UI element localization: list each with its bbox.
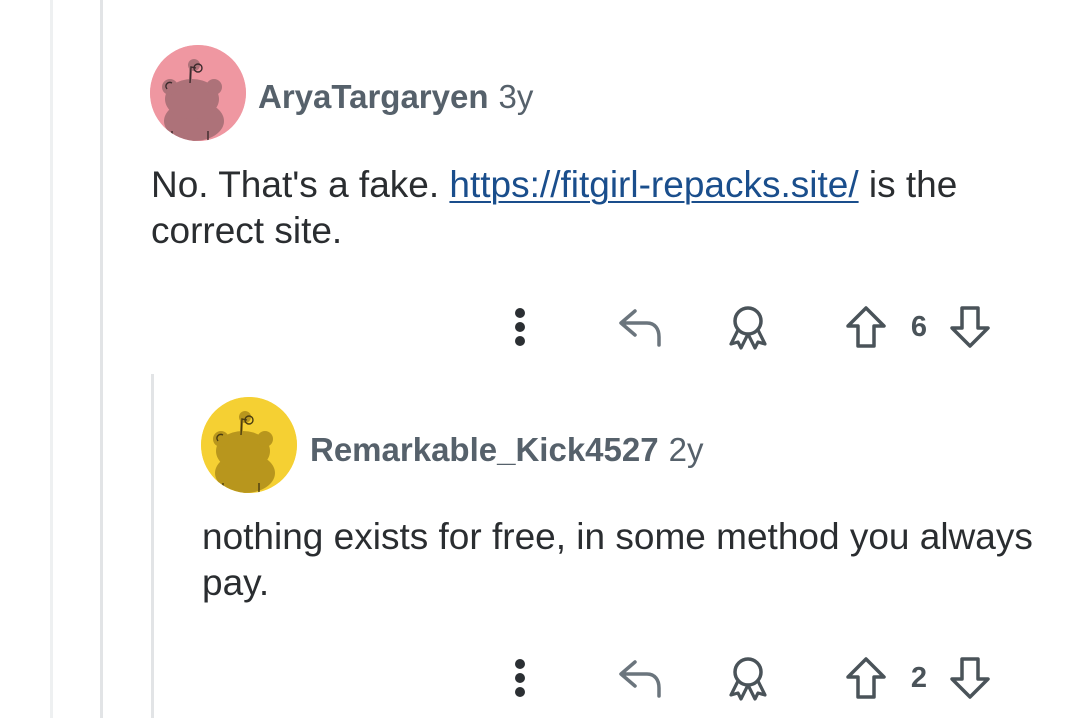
- award-button[interactable]: [720, 302, 776, 352]
- comment: AryaTargaryen 3y No. That's a fake. https…: [0, 0, 1080, 370]
- comment-meta: Remarkable_Kick4527 2y: [310, 430, 703, 470]
- upvote-arrow-icon: [846, 306, 886, 348]
- award-icon: [729, 657, 767, 701]
- more-vertical-icon: [515, 308, 525, 346]
- more-options-button[interactable]: [500, 302, 540, 352]
- reply-arrow-icon: [619, 309, 661, 347]
- comment-meta: AryaTargaryen 3y: [258, 77, 533, 117]
- downvote-arrow-icon: [950, 657, 990, 699]
- upvote-button[interactable]: [842, 653, 890, 703]
- comment-age: 2y: [668, 431, 704, 468]
- vote-count: 6: [910, 311, 928, 343]
- comment-actions: 6: [0, 302, 1080, 352]
- more-vertical-icon: [515, 659, 525, 697]
- author-name[interactable]: Remarkable_Kick4527: [310, 431, 659, 468]
- comment-age: 3y: [498, 78, 534, 115]
- comment-text: No. That's a fake.: [151, 164, 450, 205]
- upvote-button[interactable]: [842, 302, 890, 352]
- author-name[interactable]: AryaTargaryen: [258, 78, 489, 115]
- comment-link[interactable]: https://fitgirl-repacks.site/: [449, 164, 858, 205]
- comment-text: nothing exists for free, in some method …: [202, 516, 1033, 603]
- reply-arrow-icon: [619, 660, 661, 698]
- vote-count: 2: [910, 662, 928, 694]
- award-button[interactable]: [720, 653, 776, 703]
- downvote-button[interactable]: [946, 653, 994, 703]
- snoo-avatar-icon: [150, 45, 246, 141]
- comment-body: No. That's a fake. https://fitgirl-repac…: [151, 162, 1031, 254]
- avatar[interactable]: [201, 397, 297, 493]
- comment-actions: 2: [0, 653, 1080, 703]
- downvote-arrow-icon: [950, 306, 990, 348]
- avatar[interactable]: [150, 45, 246, 141]
- downvote-button[interactable]: [946, 302, 994, 352]
- comment-body: nothing exists for free, in some method …: [202, 514, 1042, 606]
- reply-button[interactable]: [612, 302, 668, 352]
- comment-reply: Remarkable_Kick4527 2y nothing exists for…: [0, 370, 1080, 718]
- more-options-button[interactable]: [500, 653, 540, 703]
- award-icon: [729, 306, 767, 350]
- reply-button[interactable]: [612, 653, 668, 703]
- upvote-arrow-icon: [846, 657, 886, 699]
- snoo-avatar-icon: [201, 397, 297, 493]
